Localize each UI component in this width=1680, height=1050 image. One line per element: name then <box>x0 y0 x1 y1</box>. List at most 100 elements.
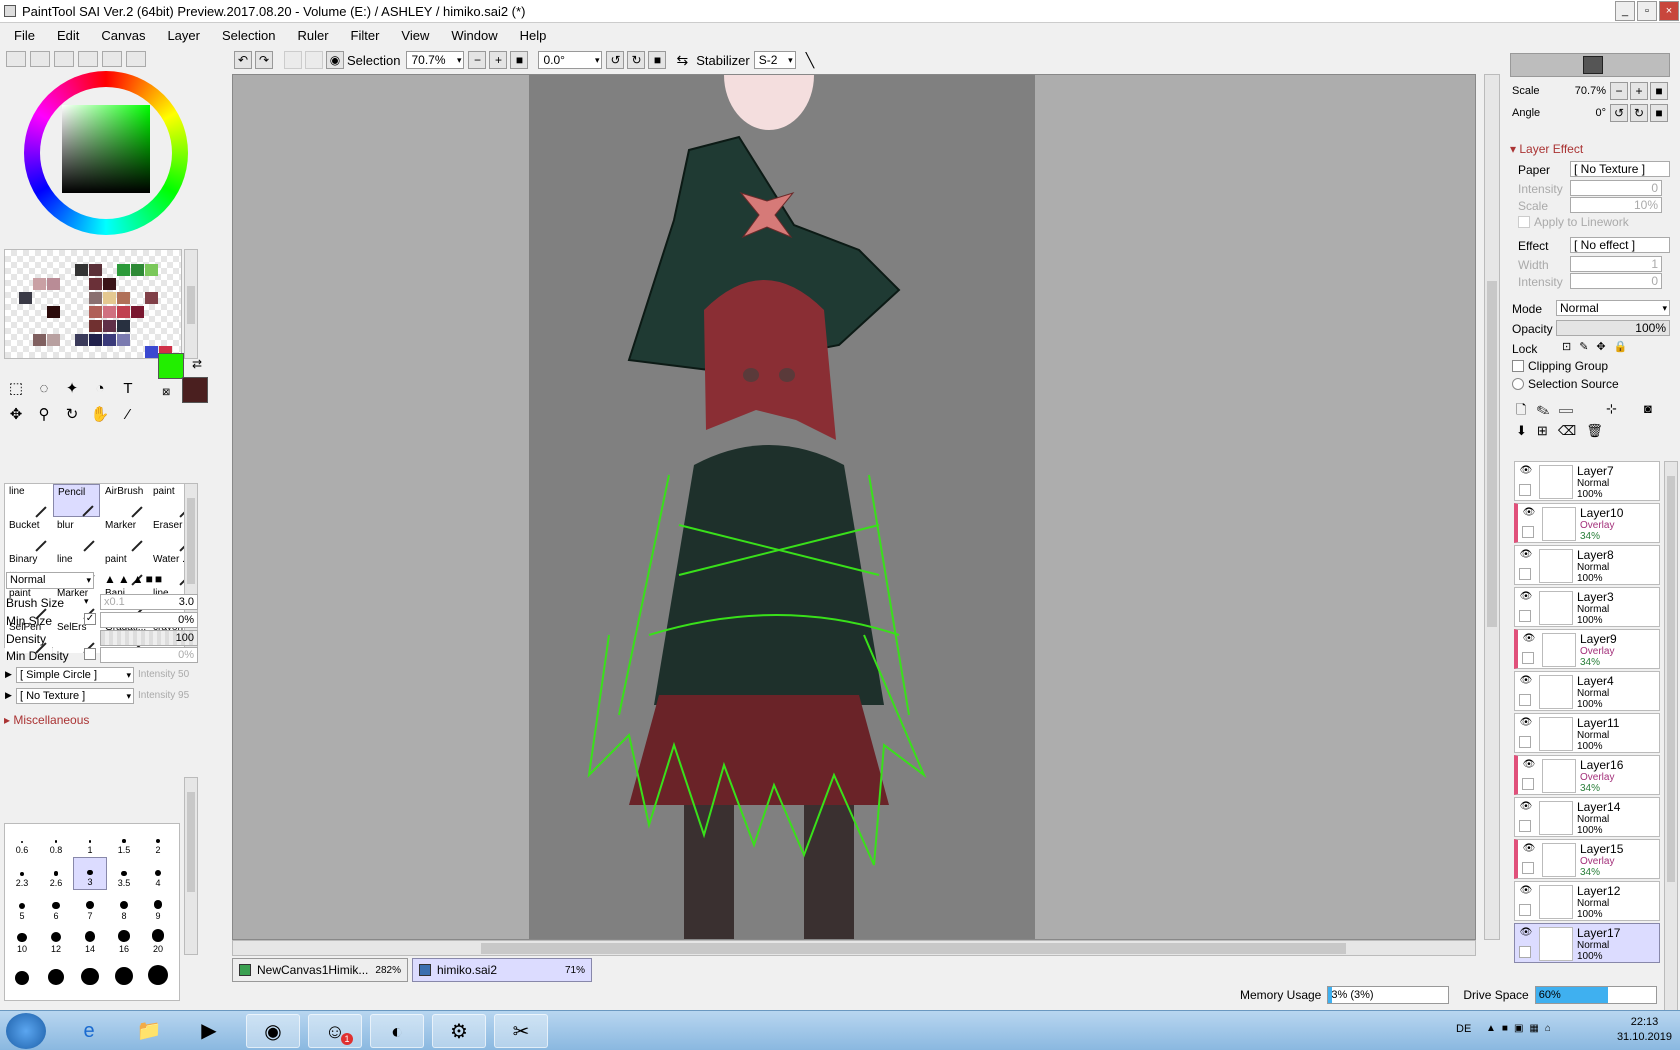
layer-mask-icon[interactable]: ◙ <box>1644 401 1652 416</box>
brush-size-preset[interactable]: 14 <box>73 923 107 956</box>
layer-scrollbar[interactable] <box>1664 461 1678 1017</box>
brush-size-preset[interactable] <box>5 956 39 989</box>
internet-explorer-icon[interactable]: e <box>62 1014 116 1048</box>
effect-width-field[interactable]: 1 <box>1570 256 1662 272</box>
delete-layer-icon[interactable]: 🗑 <box>1586 423 1613 438</box>
doc-tab-newcanvas[interactable]: NewCanvas1Himik... 282% <box>232 958 408 982</box>
flip-horizontal-icon[interactable]: ⇆ <box>676 52 688 69</box>
rotate-right-button[interactable]: ↻ <box>627 51 646 69</box>
magic-wand-icon[interactable]: ✦ <box>62 379 82 399</box>
deselect-button[interactable] <box>284 51 302 69</box>
new-linework-layer-icon[interactable]: ✎ <box>1536 402 1559 417</box>
brush-size-preset[interactable]: 9 <box>141 890 175 923</box>
rgb-slider-tab[interactable] <box>30 51 50 67</box>
hand-icon[interactable]: ✋ <box>90 405 110 425</box>
layer-transform-icon[interactable]: ⊹ <box>1606 401 1617 417</box>
layer-row[interactable]: 👁 Layer7 Normal 100% <box>1514 461 1660 501</box>
layer-select-checkbox[interactable] <box>1519 484 1531 496</box>
layer-select-checkbox[interactable] <box>1522 526 1534 538</box>
visibility-eye-icon[interactable]: 👁 <box>1522 633 1536 647</box>
brush-size-preset[interactable]: 10 <box>5 923 39 956</box>
menu-canvas[interactable]: Canvas <box>101 28 145 43</box>
steam-icon[interactable]: ⚙ <box>432 1014 486 1048</box>
brush-slot[interactable]: AirBrush <box>101 484 148 518</box>
brush-size-preset[interactable]: 2.6 <box>39 857 73 890</box>
apply-linework-checkbox[interactable] <box>1518 216 1530 228</box>
layer-select-checkbox[interactable] <box>1522 778 1534 790</box>
paper-scale-field[interactable]: 10% <box>1570 197 1662 213</box>
layer-select-checkbox[interactable] <box>1519 694 1531 706</box>
brush-size-preset[interactable] <box>39 956 73 989</box>
layer-effect-toggle[interactable]: ▾ Layer Effect <box>1510 142 1583 156</box>
nav-rotate-reset-button[interactable]: ■ <box>1650 104 1668 122</box>
clipping-group-checkbox[interactable] <box>1512 360 1524 372</box>
canvas-vertical-scrollbar[interactable] <box>1484 74 1500 940</box>
brush-blend-select[interactable]: Normal ▾ <box>6 572 94 589</box>
intermediate-tab[interactable] <box>78 51 98 67</box>
paper-select[interactable]: [ No Texture ] <box>1570 161 1670 177</box>
color-wheel-tab[interactable] <box>6 51 26 67</box>
angle-select[interactable]: 0.0° ▾ <box>538 51 603 69</box>
snipping-tool-icon[interactable]: ✂ <box>494 1014 548 1048</box>
rotate-icon[interactable]: ↻ <box>62 405 82 425</box>
layer-select-checkbox[interactable] <box>1519 904 1531 916</box>
layer-select-checkbox[interactable] <box>1522 652 1534 664</box>
swap-colors-icon[interactable]: ⇄ <box>192 357 202 371</box>
brush-size-preset[interactable]: 3.5 <box>107 857 141 890</box>
new-layer-icon[interactable]: 🗋 <box>1516 402 1536 417</box>
tray-icons[interactable]: ▲■▣▦⌂ <box>1486 1023 1557 1034</box>
canvas-viewport[interactable] <box>232 74 1476 940</box>
visibility-eye-icon[interactable]: 👁 <box>1519 927 1533 941</box>
brush-size-preset[interactable]: 5 <box>5 890 39 923</box>
layer-select-checkbox[interactable] <box>1519 568 1531 580</box>
language-indicator[interactable]: DE <box>1456 1023 1471 1035</box>
line-stroke-icon[interactable]: ╲ <box>806 52 814 69</box>
miscellaneous-toggle[interactable]: ▸ Miscellaneous <box>4 713 89 727</box>
primary-color-swatch[interactable] <box>158 353 184 379</box>
text-tool-icon[interactable]: T <box>118 379 138 399</box>
min-density-checkbox[interactable] <box>84 648 96 660</box>
shape-icon[interactable]: ◔ <box>90 379 110 399</box>
layer-select-checkbox[interactable] <box>1522 862 1534 874</box>
zoom-reset-button[interactable]: ■ <box>510 51 529 69</box>
menu-window[interactable]: Window <box>451 28 497 43</box>
brush-size-preset[interactable]: 7 <box>73 890 107 923</box>
menu-file[interactable]: File <box>14 28 35 43</box>
visibility-eye-icon[interactable]: 👁 <box>1519 717 1533 731</box>
rect-select-icon[interactable]: ⬚ <box>6 379 26 399</box>
invert-selection-button[interactable] <box>305 51 323 69</box>
visibility-eye-icon[interactable]: 👁 <box>1519 465 1533 479</box>
density-slider[interactable]: 100 <box>100 630 198 646</box>
min-density-slider[interactable]: 0% <box>100 647 198 663</box>
minimize-button[interactable]: _ <box>1615 1 1635 21</box>
merge-down-icon[interactable]: ⬇ <box>1516 423 1537 438</box>
selection-source-radio[interactable] <box>1512 378 1524 390</box>
menu-ruler[interactable]: Ruler <box>297 28 328 43</box>
brush-size-preset[interactable] <box>141 956 175 989</box>
layer-select-checkbox[interactable] <box>1519 946 1531 958</box>
undo-button[interactable]: ↶ <box>234 51 252 69</box>
painttool-sai-icon[interactable]: ◐ <box>370 1014 424 1048</box>
new-folder-icon[interactable]: ▭ <box>1560 402 1583 417</box>
brush-size-preset[interactable] <box>107 956 141 989</box>
zoom-out-button[interactable]: − <box>468 51 487 69</box>
clear-layer-icon[interactable]: ⌫ <box>1558 423 1586 438</box>
brush-size-preset[interactable]: 2.3 <box>5 857 39 890</box>
brush-size-preset[interactable]: 0.6 <box>5 824 39 857</box>
shape-expand-icon[interactable]: ▶ <box>5 669 12 680</box>
brush-slot[interactable]: line <box>5 484 52 518</box>
brush-slot[interactable]: blur <box>53 518 100 552</box>
brush-size-preset[interactable]: 2 <box>141 824 175 857</box>
visibility-eye-icon[interactable]: 👁 <box>1522 843 1536 857</box>
menu-help[interactable]: Help <box>520 28 547 43</box>
doc-tab-himiko[interactable]: himiko.sai2 71% <box>412 958 592 982</box>
close-button[interactable]: × <box>1659 1 1679 21</box>
zoom-in-button[interactable]: + <box>489 51 508 69</box>
visibility-eye-icon[interactable]: 👁 <box>1519 885 1533 899</box>
stabilizer-select[interactable]: S-2 ▾ <box>753 51 796 69</box>
swatch-scrollbar[interactable] <box>184 249 198 359</box>
lasso-icon[interactable]: ◌ <box>34 379 54 399</box>
move-icon[interactable]: ✥ <box>6 405 26 425</box>
texture-expand-icon[interactable]: ▶ <box>5 690 12 701</box>
layer-select-checkbox[interactable] <box>1519 736 1531 748</box>
